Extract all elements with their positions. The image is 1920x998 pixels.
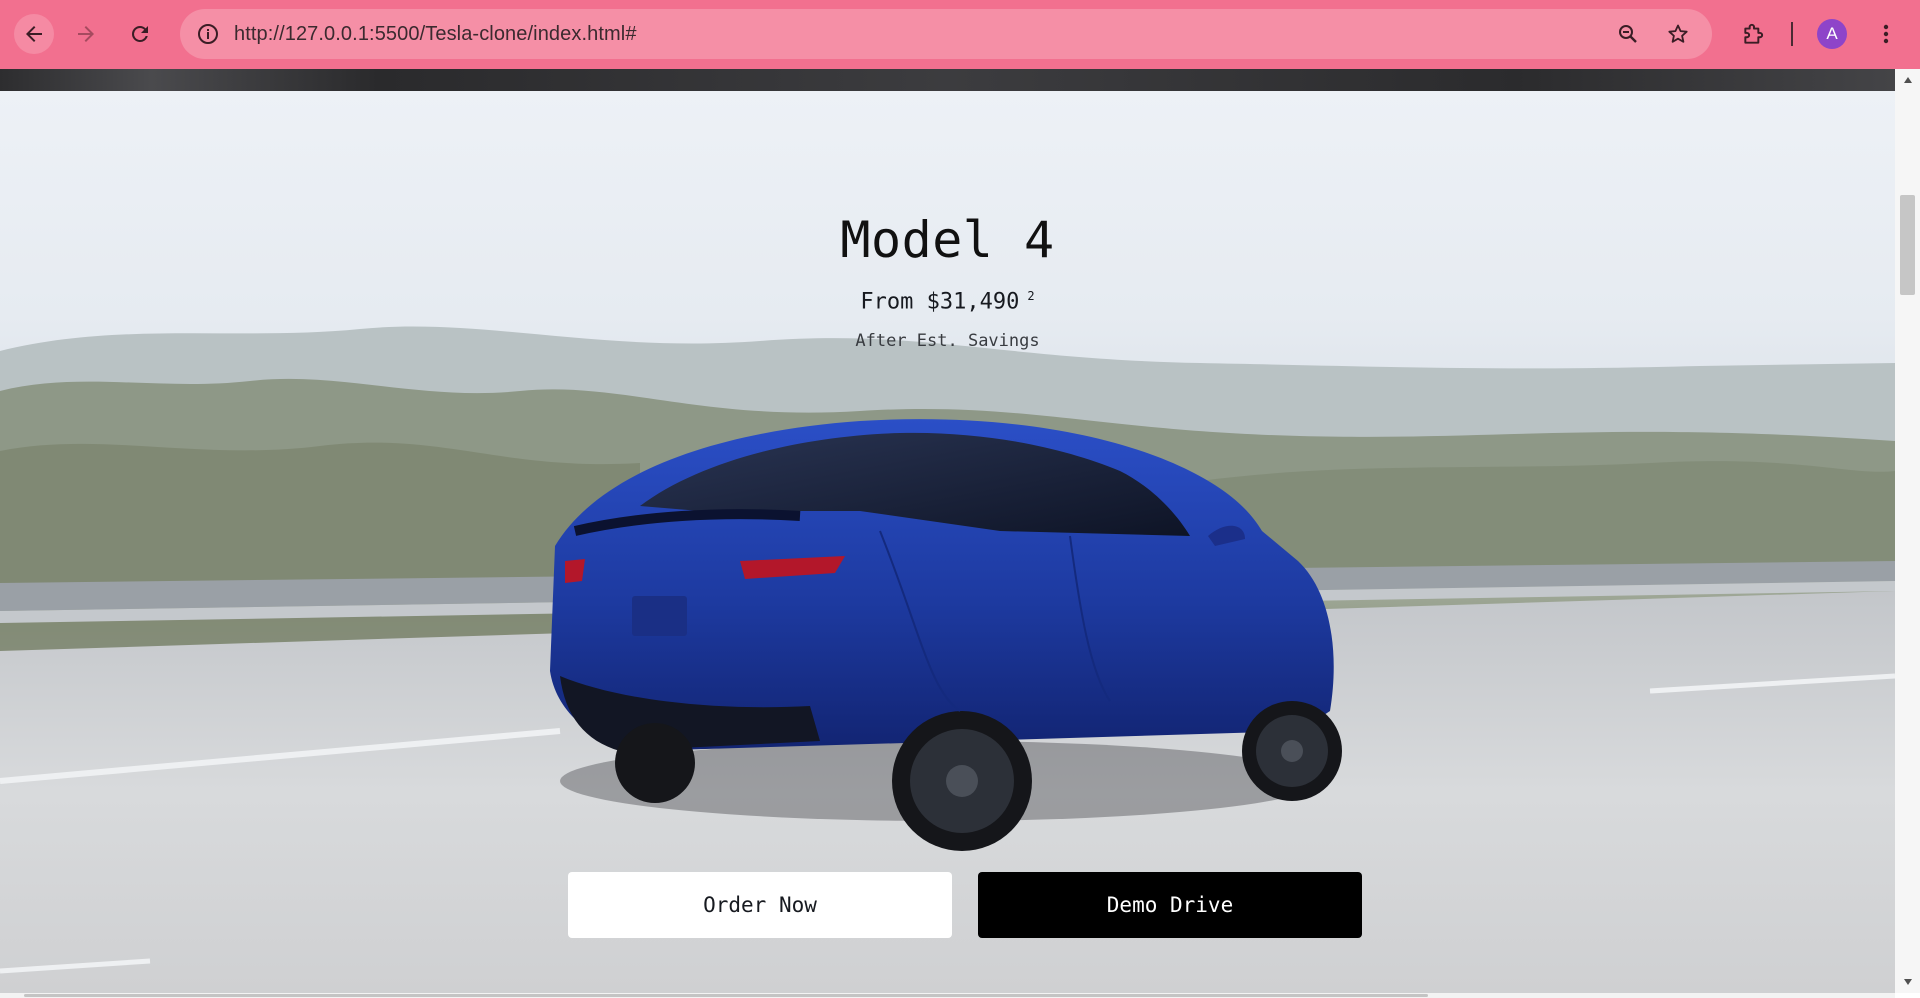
price-line: From $31,490 2: [0, 289, 1895, 314]
price-footnote[interactable]: 2: [1027, 289, 1034, 303]
address-bar[interactable]: http://127.0.0.1:5500/Tesla-clone/index.…: [180, 9, 1712, 59]
kebab-menu-icon: [1883, 24, 1889, 44]
zoom-button[interactable]: [1614, 20, 1642, 48]
zoom-icon: [1619, 25, 1637, 43]
model-hero-section: Model 4 From $31,490 2 After Est. Savings…: [0, 91, 1895, 993]
savings-subtitle: After Est. Savings: [855, 331, 1040, 351]
horizontal-scroll-thumb[interactable]: [24, 994, 1428, 997]
demo-drive-button[interactable]: Demo Drive: [978, 872, 1362, 938]
horizontal-scrollbar[interactable]: [0, 993, 1895, 998]
reload-button[interactable]: [120, 14, 160, 54]
order-now-button[interactable]: Order Now: [568, 872, 952, 938]
scroll-up-button[interactable]: [1895, 69, 1920, 91]
caret-up-icon: [1903, 77, 1912, 83]
browser-toolbar: http://127.0.0.1:5500/Tesla-clone/index.…: [0, 0, 1920, 69]
extensions-button[interactable]: [1736, 16, 1772, 52]
model-title: Model 4: [840, 211, 1055, 269]
browser-menu-button[interactable]: [1872, 16, 1900, 52]
back-arrow-icon: [26, 26, 42, 42]
vertical-scroll-thumb[interactable]: [1900, 195, 1915, 295]
url-text[interactable]: http://127.0.0.1:5500/Tesla-clone/index.…: [234, 9, 637, 59]
previous-section-edge: [0, 69, 1895, 91]
info-icon: [198, 24, 218, 44]
profile-avatar[interactable]: A: [1817, 19, 1847, 49]
puzzle-icon: [1744, 23, 1764, 44]
page-viewport: Model 4 From $31,490 2 After Est. Savings…: [0, 69, 1895, 993]
vertical-scrollbar[interactable]: [1895, 69, 1920, 993]
site-info-button[interactable]: [194, 20, 222, 48]
back-button[interactable]: [14, 14, 54, 54]
caret-down-icon: [1903, 979, 1912, 985]
scroll-down-button[interactable]: [1895, 971, 1920, 993]
forward-arrow-icon: [78, 26, 94, 42]
price-text: From $31,490: [860, 289, 1020, 315]
toolbar-divider: [1791, 22, 1793, 46]
bookmark-button[interactable]: [1664, 20, 1692, 48]
forward-button[interactable]: [66, 14, 106, 54]
star-icon: [1668, 24, 1688, 43]
reload-icon: [132, 25, 148, 42]
